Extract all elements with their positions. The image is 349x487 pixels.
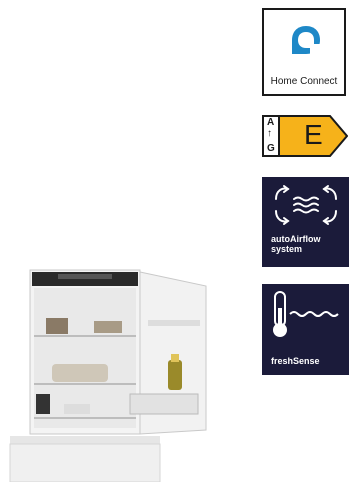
fridge-product-image: [8, 268, 234, 483]
auto-airflow-text: autoAirflow system: [271, 234, 321, 254]
home-connect-badge: Home Connect: [262, 8, 346, 96]
energy-scale-top: A: [267, 117, 275, 128]
energy-scale-bottom: G: [267, 143, 275, 154]
energy-class-letter: E: [304, 119, 323, 150]
auto-airflow-line2: system: [271, 244, 303, 254]
fresh-sense-label: freshSense: [271, 356, 320, 366]
energy-class-arrow: E: [278, 115, 348, 157]
energy-label-badge: A ↑ G E: [262, 115, 349, 157]
home-connect-label: Home Connect: [270, 76, 338, 87]
airflow-arrows-icon: [275, 185, 337, 225]
fresh-sense-badge: freshSense: [262, 284, 349, 375]
thermometer-wave-icon: [273, 291, 339, 337]
auto-airflow-badge: autoAirflow system: [262, 177, 349, 267]
auto-airflow-line1: autoAirflow: [271, 234, 321, 244]
home-connect-logo-icon: [292, 26, 320, 54]
energy-scale-arrow-icon: ↑: [267, 128, 272, 139]
